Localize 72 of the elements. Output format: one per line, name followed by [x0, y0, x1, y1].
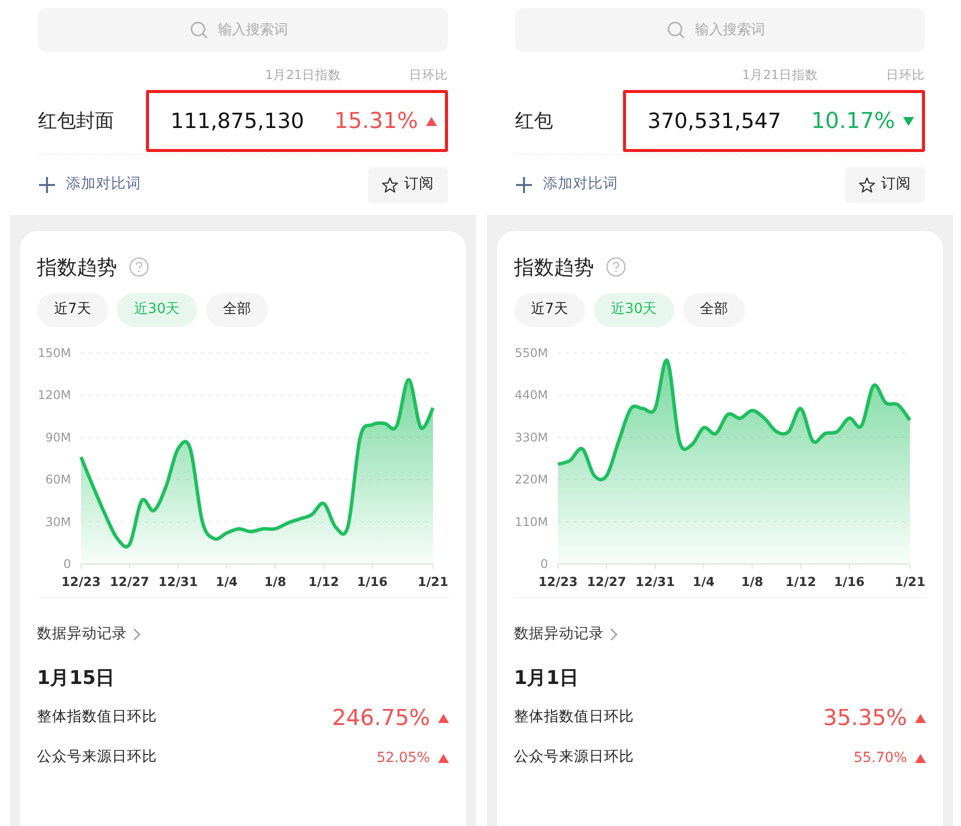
- range-tab[interactable]: 近7天: [37, 292, 108, 327]
- add-compare-link[interactable]: 添加对比词: [515, 174, 618, 196]
- x-axis-label: 12/31: [158, 574, 198, 589]
- x-axis-label: 12/27: [110, 574, 150, 589]
- y-axis-label: 120M: [38, 388, 71, 402]
- x-axis-label: 1/12: [308, 574, 340, 589]
- change-percent: 55.70%: [854, 748, 907, 768]
- x-axis-label: 12/27: [586, 574, 626, 589]
- help-icon[interactable]: [129, 256, 149, 277]
- search-field[interactable]: 输入搜索词: [515, 8, 925, 52]
- record-date: 1月15日: [37, 666, 116, 690]
- y-axis-label: 110M: [514, 514, 548, 529]
- x-axis-label: 1/21: [894, 574, 926, 589]
- change-percent: 52.05%: [376, 748, 430, 768]
- x-axis-label: 1/16: [834, 574, 865, 589]
- x-axis-label: 1/12: [785, 574, 816, 589]
- y-axis-label: 150M: [38, 346, 71, 360]
- metric-label: 整体指数值日环比: [514, 708, 634, 728]
- search-icon: [190, 21, 208, 39]
- subscribe-button[interactable]: 订阅: [845, 166, 925, 203]
- range-tab[interactable]: 全部: [206, 292, 268, 327]
- subscribe-button[interactable]: 订阅: [368, 166, 448, 203]
- star-icon: [382, 176, 398, 193]
- range-tab[interactable]: 全部: [682, 292, 745, 327]
- plus-icon: [38, 176, 56, 194]
- chevron-right-icon: [610, 628, 618, 642]
- search-field[interactable]: 输入搜索词: [38, 8, 448, 52]
- change-percent: 10.17%: [811, 108, 895, 136]
- add-compare-link[interactable]: 添加对比词: [38, 174, 141, 196]
- index-value: 370,531,547: [648, 108, 782, 134]
- column-label: 1月21日指数: [265, 66, 341, 84]
- column-label: 日环比: [409, 66, 448, 84]
- x-axis-label: 12/31: [635, 574, 675, 589]
- y-axis-label: 550M: [514, 346, 548, 360]
- range-tab[interactable]: 近7天: [514, 292, 585, 327]
- x-axis-label: 1/4: [692, 574, 715, 589]
- section-title: 指数趋势: [514, 254, 594, 279]
- y-axis-label: 90M: [45, 430, 71, 444]
- help-icon[interactable]: [606, 256, 626, 277]
- keyword-name: 红包封面: [38, 109, 115, 134]
- y-axis-label: 0: [540, 556, 548, 571]
- plus-icon: [515, 176, 533, 194]
- x-axis-label: 1/16: [356, 574, 388, 589]
- metric-label: 整体指数值日环比: [37, 708, 157, 728]
- x-axis-label: 1/8: [264, 574, 286, 589]
- star-icon: [859, 176, 875, 193]
- change-percent: 15.31%: [334, 108, 418, 136]
- chevron-right-icon: [133, 628, 141, 642]
- section-title: 指数趋势: [37, 254, 117, 279]
- y-axis-label: 0: [63, 556, 71, 571]
- records-link[interactable]: 数据异动记录: [514, 624, 926, 646]
- x-axis-label: 1/4: [216, 574, 238, 589]
- x-axis-label: 12/23: [61, 574, 101, 589]
- y-axis-label: 30M: [45, 514, 71, 529]
- change-percent: 246.75%: [332, 704, 430, 732]
- x-axis-label: 1/8: [741, 574, 764, 589]
- x-axis-label: 1/21: [418, 574, 448, 589]
- keyword-name: 红包: [515, 109, 554, 134]
- metric-label: 公众号来源日环比: [37, 748, 157, 768]
- y-axis-label: 60M: [45, 472, 71, 486]
- metric-label: 公众号来源日环比: [514, 748, 634, 768]
- records-link[interactable]: 数据异动记录: [37, 624, 449, 646]
- search-icon: [667, 21, 685, 39]
- y-axis-label: 440M: [514, 388, 548, 402]
- y-axis-label: 220M: [514, 472, 548, 486]
- change-percent: 35.35%: [823, 704, 907, 732]
- index-value: 111,875,130: [170, 108, 304, 134]
- column-label: 1月21日指数: [742, 66, 818, 84]
- record-date: 1月1日: [514, 666, 580, 690]
- y-axis-label: 330M: [514, 430, 548, 444]
- column-label: 日环比: [886, 66, 925, 84]
- x-axis-label: 12/23: [538, 574, 578, 589]
